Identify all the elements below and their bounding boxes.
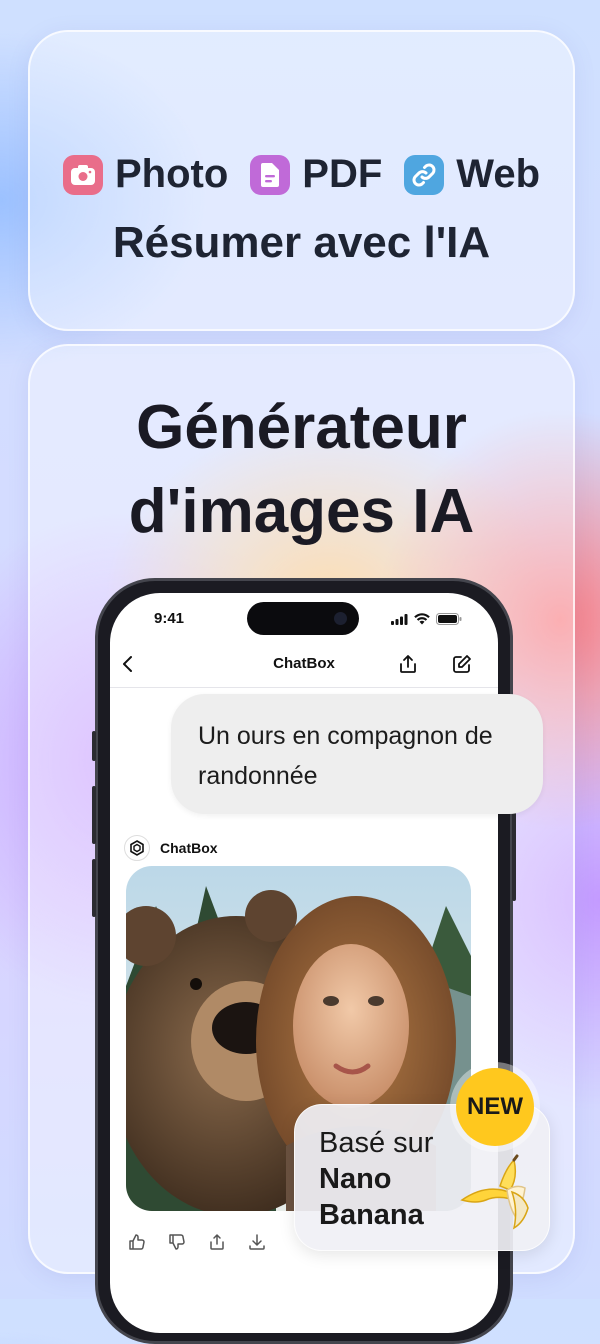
document-icon (250, 154, 291, 195)
badge-line-1: Basé sur (319, 1127, 434, 1159)
bot-name: ChatBox (160, 840, 218, 856)
phone-power-button (512, 811, 516, 901)
dynamic-island (247, 602, 359, 635)
link-icon (404, 154, 445, 195)
thumbs-up-icon[interactable] (128, 1233, 146, 1251)
phone-side-button (92, 731, 96, 761)
download-icon[interactable] (248, 1233, 266, 1251)
feature-label: Web (456, 152, 541, 196)
user-message-text: Un ours en compagnon de randonnée (198, 722, 493, 790)
share-icon (400, 655, 416, 673)
camera-icon (62, 154, 103, 195)
phone-volume-up (92, 786, 96, 844)
thumbs-down-icon[interactable] (168, 1233, 186, 1251)
share-icon[interactable] (208, 1233, 226, 1251)
badge-line-2: Nano (319, 1163, 392, 1195)
message-actions (128, 1233, 266, 1251)
new-chat-button[interactable] (450, 652, 474, 676)
badge-text: Basé sur Nano Banana (319, 1125, 433, 1233)
wifi-icon (414, 613, 430, 625)
badge-line-3: Banana (319, 1199, 424, 1231)
share-button[interactable] (396, 652, 420, 676)
nav-title: ChatBox (273, 655, 335, 672)
feature-label: PDF (302, 152, 383, 196)
phone-volume-down (92, 859, 96, 917)
headline-line-2: d'images IA (128, 477, 475, 546)
summary-title: Résumer avec l'IA (112, 218, 491, 267)
summary-feature-card: Photo PDF Web Résumer avec l'IA (28, 30, 575, 331)
status-time: 9:41 (154, 610, 185, 627)
battery-icon (436, 613, 462, 625)
feature-label: Photo (114, 152, 229, 196)
signal-icon (391, 613, 408, 625)
headline: Générateur d'images IA (30, 386, 573, 554)
headline-line-1: Générateur (136, 393, 467, 462)
feature-pdf: PDF (250, 152, 382, 197)
chat-nav-bar: ChatBox (110, 641, 498, 688)
user-message-bubble: Un ours en compagnon de randonnée (171, 694, 543, 814)
banana-icon (452, 1150, 540, 1238)
status-icons (391, 613, 462, 625)
new-badge: NEW (456, 1068, 534, 1146)
bot-header: ChatBox (124, 835, 218, 861)
chatbox-logo-icon (124, 835, 150, 861)
edit-icon (453, 655, 471, 673)
feature-photo: Photo (62, 152, 229, 197)
camera-lens-icon (334, 612, 347, 625)
feature-row: Photo PDF Web (30, 152, 573, 197)
feature-web: Web (404, 152, 540, 197)
